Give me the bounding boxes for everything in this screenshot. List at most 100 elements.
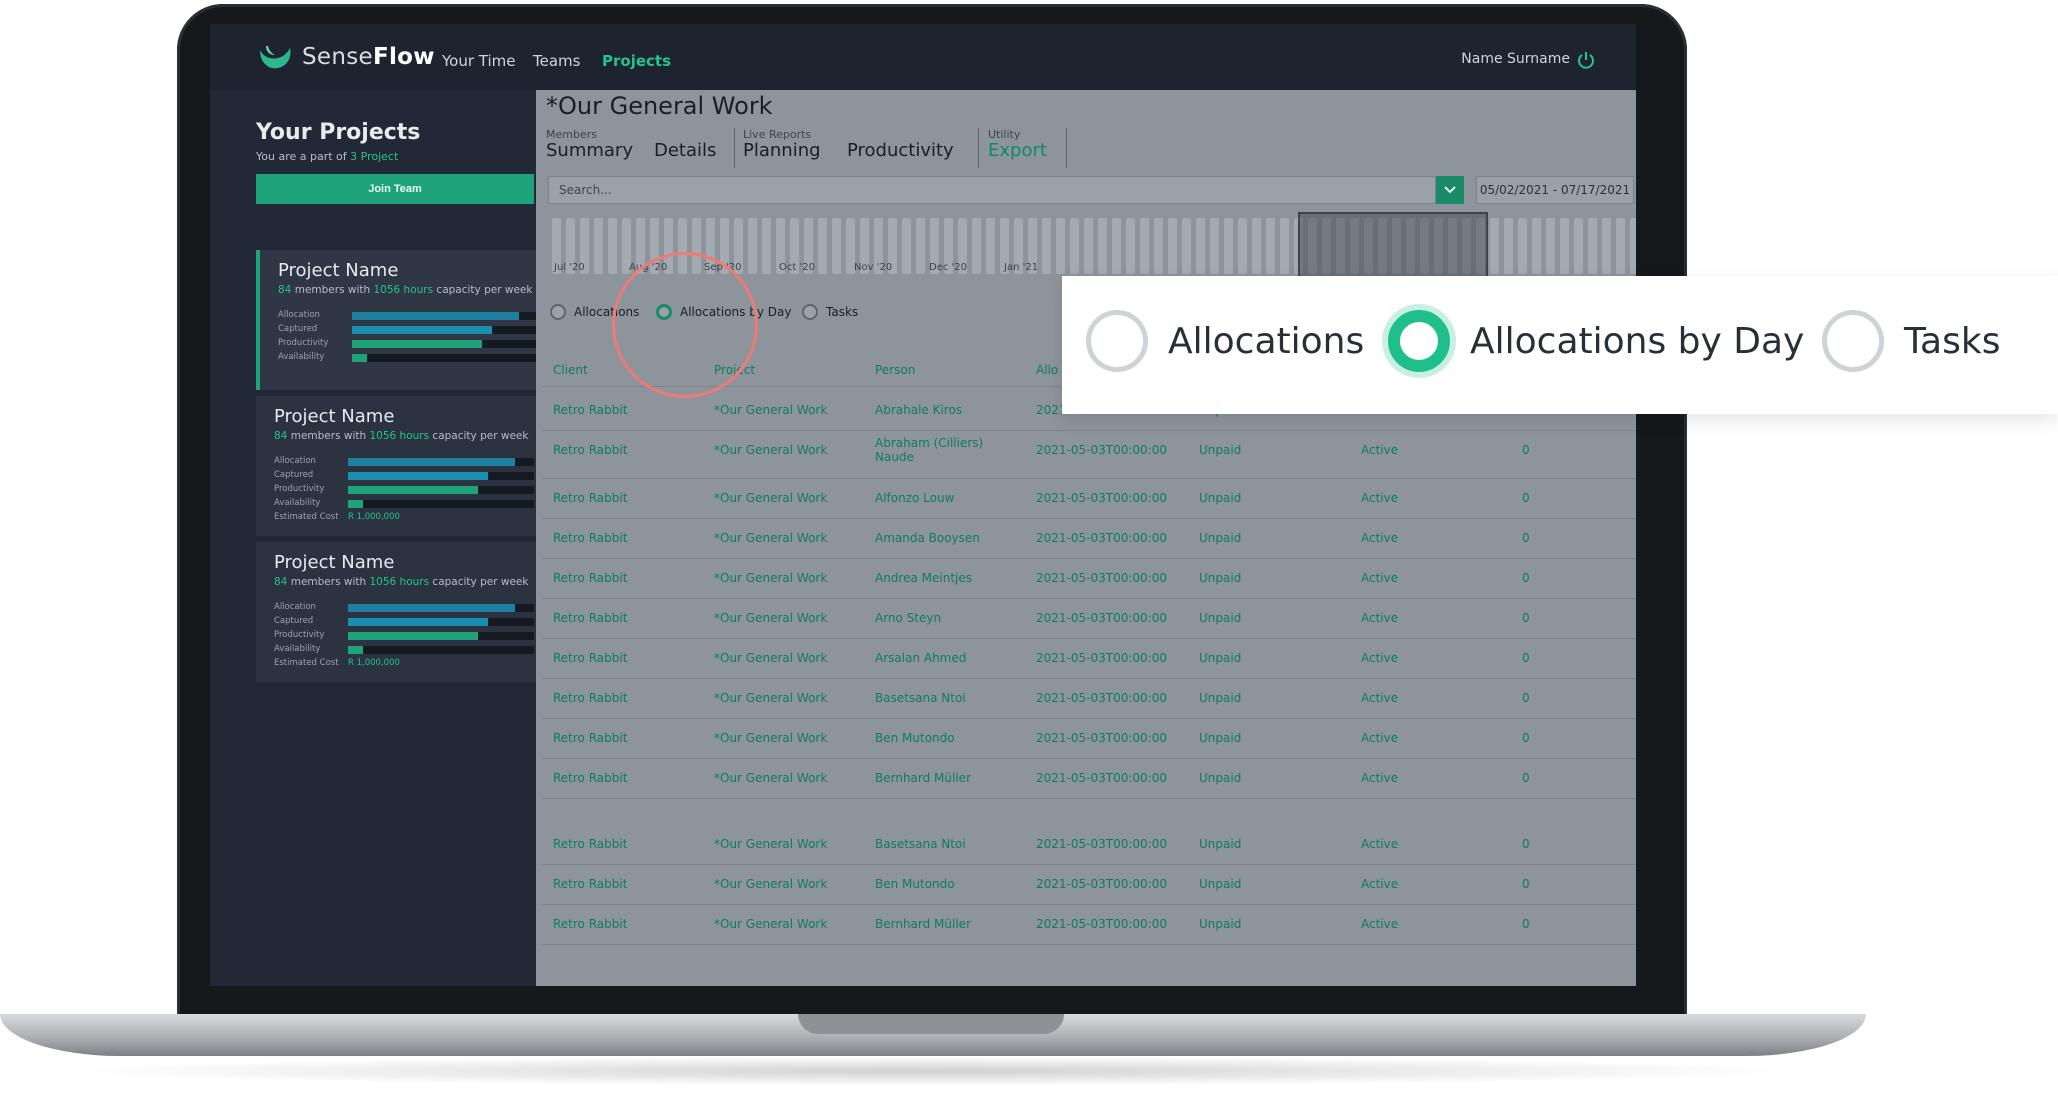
cell-project: *Our General Work	[714, 877, 828, 891]
project-card-hours: 1056 hours	[373, 284, 434, 296]
project-card[interactable]: Project Name 84 members with 1056 hours c…	[256, 542, 536, 682]
timeline-bar	[1168, 218, 1177, 274]
cell-project: *Our General Work	[714, 443, 828, 457]
tab-planning[interactable]: Planning	[743, 140, 821, 161]
project-card[interactable]: Project Name 84 members with 1056 hours c…	[256, 396, 536, 536]
metric-bar-track	[348, 618, 534, 626]
metric-label: Captured	[278, 324, 318, 334]
timeline-bar	[1560, 218, 1569, 274]
cell-project: *Our General Work	[714, 731, 828, 745]
timeline-bar	[1266, 218, 1275, 274]
timeline-bar	[1532, 218, 1541, 274]
cell-status: Active	[1361, 691, 1399, 705]
power-icon[interactable]	[1576, 50, 1596, 70]
cell-status: Active	[1361, 837, 1399, 851]
chevron-down-icon[interactable]	[1436, 176, 1464, 204]
tab-divider	[1066, 128, 1067, 168]
estimated-cost-value: R 1,000,000	[348, 512, 400, 522]
cell-value: 0	[1522, 531, 1530, 545]
tab-productivity[interactable]: Productivity	[847, 140, 954, 161]
zoom-option-allocations[interactable]: Allocations	[1086, 310, 1364, 372]
cell-person: Arno Steyn	[875, 611, 942, 625]
metric-label: Availability	[274, 498, 321, 508]
search-input[interactable]: Search...	[548, 176, 1436, 204]
cell-status: Active	[1361, 917, 1399, 931]
cell-client: Retro Rabbit	[553, 877, 628, 891]
estimated-cost-label: Estimated Cost	[274, 658, 339, 668]
cell-person: Ben Mutondo	[875, 877, 955, 891]
cell-client: Retro Rabbit	[553, 491, 628, 505]
timeline-bar	[1112, 218, 1121, 274]
project-card[interactable]: Project Name 84 members with 1056 hours c…	[256, 250, 540, 390]
cell-person: Basetsana Ntoi	[875, 691, 966, 705]
table-row[interactable]: Retro Rabbit *Our General Work Arno Steyn 2…	[536, 598, 1636, 638]
column-header-person[interactable]: Person	[875, 363, 915, 377]
highlight-circle	[612, 252, 758, 398]
timeline-bar	[748, 218, 757, 274]
cell-client: Retro Rabbit	[553, 917, 628, 931]
table-row[interactable]: Retro Rabbit *Our General Work Basetsana N…	[536, 678, 1636, 718]
timeline-bar	[818, 218, 827, 274]
zoom-option-tasks[interactable]: Tasks	[1822, 310, 2000, 372]
timeline-bar	[986, 218, 995, 274]
project-card-sub-end: capacity per week	[429, 430, 529, 442]
table-row[interactable]: Retro Rabbit *Our General Work Alfonzo Lou…	[536, 478, 1636, 518]
tab-export[interactable]: Export	[988, 140, 1047, 161]
join-team-button[interactable]: Join Team	[256, 174, 534, 204]
estimated-cost-label: Estimated Cost	[274, 512, 339, 522]
cell-project: *Our General Work	[714, 771, 828, 785]
zoom-option-label: Allocations	[1168, 320, 1365, 362]
table-row[interactable]: Retro Rabbit *Our General Work Ben Mutondo…	[536, 718, 1636, 758]
table-row[interactable]: Retro Rabbit *Our General Work Arsalan Ahm…	[536, 638, 1636, 678]
cell-person: Bernhard Müller	[875, 917, 971, 931]
tab-summary[interactable]: Summary	[546, 140, 633, 161]
cell-project: *Our General Work	[714, 531, 828, 545]
cell-value: 0	[1522, 771, 1530, 785]
column-header-allocation[interactable]: Allo	[1036, 363, 1058, 377]
laptop-notch	[798, 1014, 1064, 1034]
project-card-title: Project Name	[274, 406, 395, 427]
cell-person: Ben Mutondo	[875, 731, 955, 745]
project-card-subtitle: 84 members with 1056 hours capacity per …	[274, 576, 528, 588]
table-row[interactable]: Retro Rabbit *Our General Work Andrea Mein…	[536, 558, 1636, 598]
timeline-selection-window[interactable]	[1298, 212, 1488, 282]
nav-projects[interactable]: Projects	[602, 52, 671, 70]
table-row[interactable]: Retro Rabbit *Our General Work Ben Mutondo…	[536, 864, 1636, 904]
cell-date: 2021-05-03T00:00:00	[1036, 917, 1167, 931]
cell-status: Active	[1361, 611, 1399, 625]
project-card-sub-mid: members with	[291, 284, 374, 296]
timeline-tick-label: Dec '20	[929, 262, 968, 273]
timeline-tick-label: Nov '20	[854, 262, 893, 273]
table-row[interactable]: Retro Rabbit *Our General Work Basetsana N…	[536, 824, 1636, 864]
metric-bar-fill	[348, 458, 516, 466]
zoom-option-allocations-by-day[interactable]: Allocations by Day	[1388, 310, 1804, 372]
user-name[interactable]: Name Surname	[1461, 51, 1570, 67]
cell-status: Active	[1361, 651, 1399, 665]
table-row[interactable]: Retro Rabbit *Our General Work Abraham (Ci…	[536, 430, 1636, 478]
cell-value: 0	[1522, 877, 1530, 891]
cell-person: Abraham (Cilliers) Naude	[875, 436, 984, 464]
table-row[interactable]: Retro Rabbit *Our General Work Bernhard Mü…	[536, 758, 1636, 798]
zoom-option-label: Allocations by Day	[1470, 320, 1805, 362]
timeline-bar	[1252, 218, 1261, 274]
column-header-client[interactable]: Client	[553, 363, 588, 377]
date-range-picker[interactable]: 05/02/2021 - 07/17/2021	[1476, 176, 1634, 204]
timeline-bar	[1224, 218, 1233, 274]
metric-bar-fill	[348, 632, 479, 640]
tab-divider	[734, 128, 735, 168]
cell-value: 0	[1522, 731, 1530, 745]
cell-person: Basetsana Ntoi	[875, 837, 966, 851]
tab-details[interactable]: Details	[654, 140, 716, 161]
project-count-link[interactable]: 3 Project	[350, 150, 398, 163]
view-option-tasks[interactable]: Tasks	[802, 304, 858, 320]
table-row[interactable]: Retro Rabbit *Our General Work Amanda Booy…	[536, 518, 1636, 558]
nav-your-time[interactable]: Your Time	[442, 52, 516, 70]
timeline-tick-label: Jul '20	[554, 262, 585, 273]
metric-bar-fill	[348, 486, 479, 494]
timeline-bar	[1630, 218, 1636, 274]
cell-billing: Unpaid	[1199, 651, 1242, 665]
table-row[interactable]: Retro Rabbit *Our General Work Bernhard Mü…	[536, 904, 1636, 944]
logo[interactable]: SenseFlow	[256, 40, 435, 74]
nav-teams[interactable]: Teams	[533, 52, 580, 70]
metric-bar-fill	[352, 354, 367, 362]
